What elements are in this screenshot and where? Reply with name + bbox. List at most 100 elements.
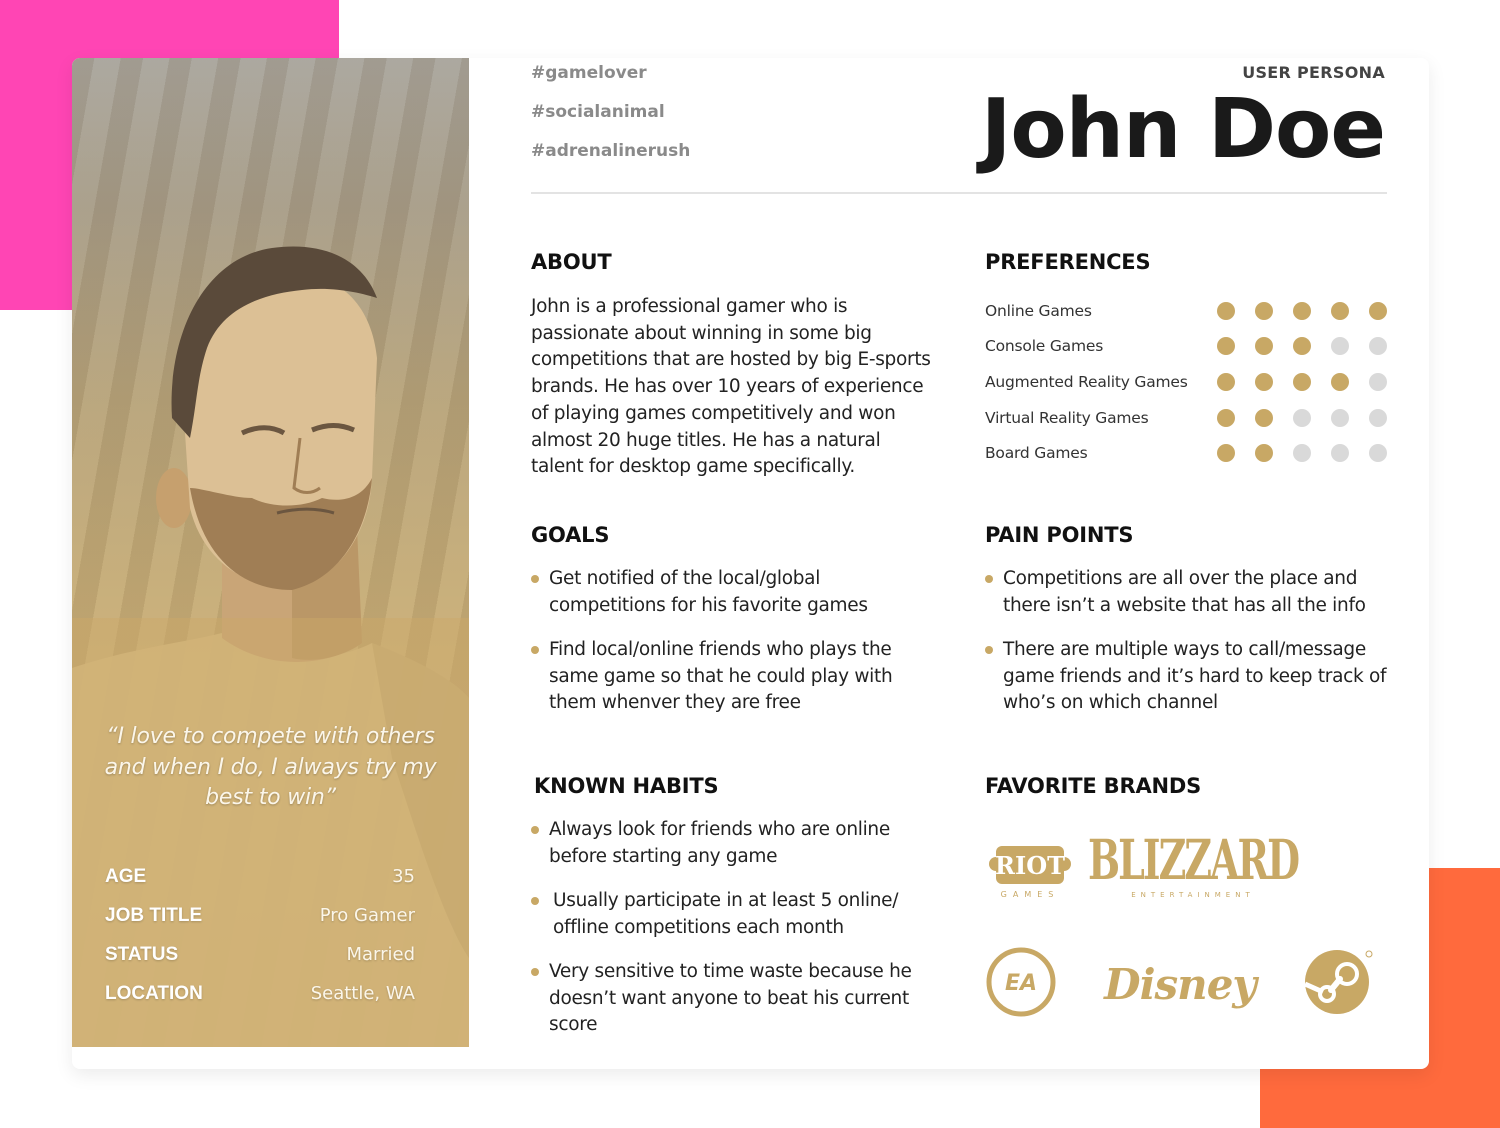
svg-text:EA: EA (1005, 971, 1037, 996)
list-item: Always look for friends who are online b… (531, 817, 931, 870)
rating-dot-filled (1255, 372, 1273, 391)
fact-value: Married (346, 944, 415, 965)
hashtag: #socialanimal (531, 102, 665, 122)
rating-dot-empty (1331, 408, 1349, 427)
rating-dot-filled (1293, 337, 1311, 356)
ea-circle-icon: EA (986, 947, 1056, 1017)
list-item: Usually participate in at least 5 online… (531, 888, 931, 941)
svg-text:RIOT: RIOT (995, 851, 1065, 880)
disney-logo: Disney (1104, 944, 1257, 1024)
preference-rating (1217, 337, 1387, 356)
profile-photo-panel: “I love to compete with others and when … (72, 58, 469, 1047)
rating-dot-filled (1293, 372, 1311, 391)
fact-status: STATUS Married (105, 944, 415, 983)
brand-logos: RIOT GAMES BLIZZARD ENTERTAINMENT EA Dis… (985, 818, 1395, 1038)
preferences-list: Online Games Console Games Augmented Reali… (985, 293, 1395, 471)
pain-points-list: Competitions are all over the place and … (985, 566, 1395, 717)
preference-rating (1217, 301, 1387, 320)
brand-subtext: GAMES (1000, 889, 1060, 899)
preference-label: Virtual Reality Games (985, 408, 1149, 427)
preference-row: Board Games (985, 435, 1387, 471)
rating-dot-filled (1293, 301, 1311, 320)
habits-list: Always look for friends who are online b… (531, 817, 931, 1039)
known-habits-section: KNOWN HABITS Always look for friends who… (531, 774, 931, 1056)
preference-rating (1217, 372, 1387, 391)
persona-facts: AGE 35 JOB TITLE Pro Gamer STATUS Marrie… (105, 866, 415, 1022)
list-item: Find local/online friends who plays the … (531, 637, 931, 717)
blizzard-logo: BLIZZARD ENTERTAINMENT (1088, 818, 1300, 918)
preference-label: Augmented Reality Games (985, 372, 1188, 391)
section-title: PREFERENCES (985, 250, 1151, 274)
rating-dot-empty (1331, 444, 1349, 463)
list-item-text: Get notified of the local/global competi… (549, 568, 868, 616)
fact-age: AGE 35 (105, 866, 415, 905)
brand-wordmark: BLIZZARD (1087, 826, 1300, 892)
list-item-text: Competitions are all over the place and … (1003, 568, 1366, 616)
list-item: Get notified of the local/global competi… (531, 566, 931, 619)
steam-icon (1303, 950, 1373, 1014)
preference-rating (1217, 408, 1387, 427)
list-item: Very sensitive to time waste because he … (531, 959, 931, 1039)
steam-logo (1303, 946, 1373, 1016)
rating-dot-filled (1369, 301, 1387, 320)
rating-dot-filled (1217, 301, 1235, 320)
pain-points-section: PAIN POINTS Competitions are all over th… (985, 523, 1395, 735)
fact-value: Pro Gamer (319, 905, 415, 926)
hashtag-list: #gamelover #socialanimal #adrenalinerush (531, 62, 690, 179)
section-title: GOALS (531, 523, 610, 547)
rating-dot-filled (1255, 444, 1273, 463)
bullet-icon (985, 575, 993, 583)
riot-games-logo: RIOT GAMES (985, 828, 1075, 908)
bullet-icon (531, 896, 539, 905)
preference-row: Augmented Reality Games (985, 364, 1387, 400)
list-item: There are multiple ways to call/message … (985, 637, 1395, 717)
section-title: FAVORITE BRANDS (985, 774, 1202, 798)
bullet-icon (531, 575, 539, 583)
hashtag: #adrenalinerush (531, 141, 691, 161)
favorite-brands-section: FAVORITE BRANDS (985, 774, 1395, 798)
persona-quote: “I love to compete with others and when … (104, 724, 437, 810)
fact-label: LOCATION (105, 983, 203, 1004)
list-item-text: There are multiple ways to call/message … (1003, 638, 1387, 714)
preference-label: Console Games (985, 337, 1104, 356)
fact-label: STATUS (105, 944, 179, 965)
persona-name: John Doe (980, 82, 1386, 177)
about-section: ABOUT John is a professional gamer who i… (531, 250, 931, 481)
bullet-icon (531, 645, 539, 654)
preference-label: Online Games (985, 301, 1092, 320)
list-item-text: Find local/online friends who plays the … (549, 638, 893, 714)
rating-dot-filled (1217, 408, 1235, 427)
rating-dot-filled (1255, 301, 1273, 320)
rating-dot-filled (1217, 444, 1235, 463)
rating-dot-empty (1293, 444, 1311, 463)
rating-dot-empty (1369, 372, 1387, 391)
fact-value: Seattle, WA (310, 983, 415, 1004)
list-item-text: Usually participate in at least 5 online… (553, 889, 899, 938)
rating-dot-empty (1369, 408, 1387, 427)
rating-dot-empty (1369, 444, 1387, 463)
fact-label: JOB TITLE (105, 905, 203, 926)
bullet-icon (531, 967, 539, 976)
goals-list: Get notified of the local/global competi… (531, 566, 931, 717)
list-item-text: Very sensitive to time waste because he … (549, 960, 912, 1036)
rating-dot-filled (1217, 337, 1235, 356)
preference-row: Online Games (985, 293, 1387, 329)
rating-dot-filled (1217, 372, 1235, 391)
rating-dot-empty (1369, 337, 1387, 356)
preference-row: Console Games (985, 329, 1387, 365)
preferences-section: PREFERENCES Online Games Console Games Aug… (985, 250, 1395, 471)
goals-section: GOALS Get notified of the local/global c… (531, 523, 931, 735)
section-title: KNOWN HABITS (534, 774, 719, 798)
header-divider (531, 192, 1387, 194)
rating-dot-filled (1331, 372, 1349, 391)
hashtag: #gamelover (531, 63, 647, 83)
rating-dot-empty (1293, 408, 1311, 427)
bullet-icon (985, 645, 993, 654)
list-item: Competitions are all over the place and … (985, 566, 1395, 619)
fact-value: 35 (392, 866, 415, 887)
rating-dot-filled (1331, 301, 1349, 320)
fact-location: LOCATION Seattle, WA (105, 983, 415, 1022)
bullet-icon (531, 826, 539, 834)
preference-row: Virtual Reality Games (985, 400, 1387, 436)
brand-wordmark: Disney (1104, 959, 1257, 1009)
